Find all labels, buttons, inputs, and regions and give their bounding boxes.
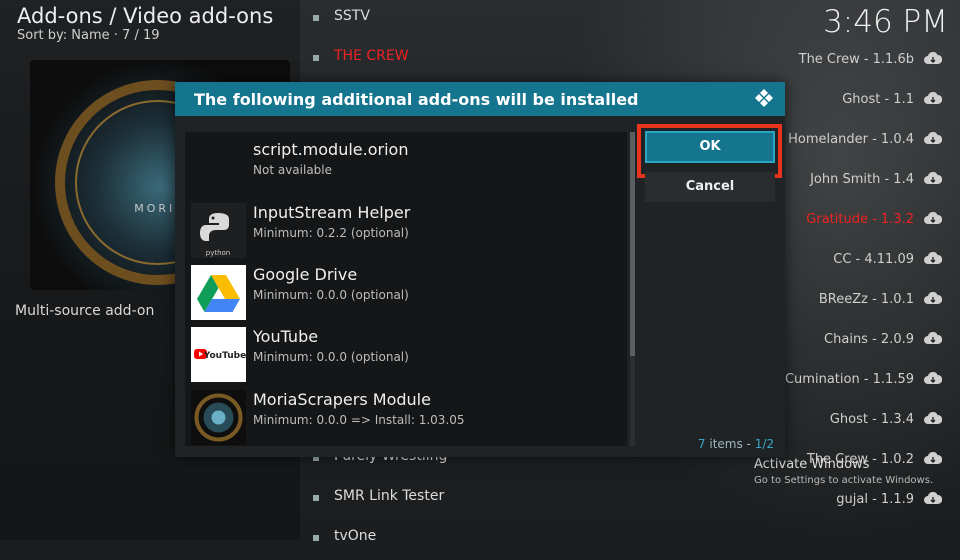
list-item[interactable]: SMR Link Tester <box>305 480 575 520</box>
page-title: Add-ons / Video add-ons <box>17 4 274 28</box>
list-item-label: Chains - 2.0.9 <box>824 332 914 347</box>
items-count-number: 7 <box>697 437 706 451</box>
list-item[interactable]: YouTube YouTube Minimum: 0.0.0 (optional… <box>191 323 627 382</box>
cloud-download-icon <box>924 412 942 424</box>
youtube-icon: YouTube <box>191 327 246 382</box>
list-item[interactable]: gujal - 1.1.9 <box>700 480 960 520</box>
list-item-label: tvOne <box>334 528 377 544</box>
cloud-download-icon <box>924 452 942 464</box>
list-item[interactable]: Google Drive Minimum: 0.0.0 (optional) <box>191 261 627 320</box>
bullet-icon <box>313 55 319 61</box>
list-item-label: Homelander - 1.0.4 <box>788 132 914 147</box>
list-item-label: Ghost - 1.3.4 <box>829 412 914 427</box>
list-item-label: The Crew - 1.1.6b <box>798 52 914 67</box>
moria-icon <box>191 390 246 445</box>
items-count: 7 items - 1/2 <box>698 437 774 451</box>
dependency-version: Not available <box>253 163 333 177</box>
dialog-header: The following additional add-ons will be… <box>175 82 785 116</box>
kodi-logo-icon <box>755 89 773 107</box>
svg-text:YouTube: YouTube <box>203 351 246 361</box>
svg-text:python: python <box>206 249 231 257</box>
dependency-name: script.module.orion <box>253 140 409 159</box>
cloud-download-icon <box>924 52 942 64</box>
list-item[interactable]: script.module.orion Not available <box>191 136 627 194</box>
cloud-download-icon <box>924 212 942 224</box>
addon-description: Multi-source add-on <box>15 303 155 319</box>
activate-windows-subtitle: Go to Settings to activate Windows. <box>754 475 934 486</box>
dependencies-dialog: The following additional add-ons will be… <box>175 82 785 457</box>
list-item-label: BReeZz - 1.0.1 <box>818 292 914 307</box>
activate-windows-title: Activate Windows <box>754 457 870 472</box>
list-item-label: Gratitude - 1.3.2 <box>806 212 914 227</box>
list-item[interactable]: MoriaScrapers Module Minimum: 0.0.0 => I… <box>191 386 627 445</box>
list-item-label: Ghost - 1.1 <box>842 92 914 107</box>
google-drive-icon <box>191 265 246 320</box>
cloud-download-icon <box>924 332 942 344</box>
cloud-download-icon <box>924 172 942 184</box>
list-item-label: SSTV <box>334 8 370 24</box>
dependency-version: Minimum: 0.0.0 (optional) <box>253 350 409 364</box>
cancel-button[interactable]: Cancel <box>645 172 775 202</box>
list-item-label: gujal - 1.1.9 <box>836 492 914 507</box>
cloud-download-icon <box>924 292 942 304</box>
cloud-download-icon <box>924 252 942 264</box>
list-item[interactable]: The Crew - 1.1.6b <box>700 40 960 80</box>
scrollbar[interactable] <box>630 132 635 446</box>
scrollbar-thumb[interactable] <box>630 132 635 356</box>
bullet-icon <box>313 495 319 501</box>
python-icon: python <box>191 203 246 258</box>
list-item-label: SMR Link Tester <box>334 488 445 504</box>
list-item-label: Cumination - 1.1.59 <box>784 372 914 387</box>
page-indicator: 1/2 <box>754 437 774 451</box>
list-item[interactable]: tvOne <box>305 520 575 560</box>
sort-info[interactable]: Sort by: Name · 7 / 19 <box>17 28 160 43</box>
dependency-name: Google Drive <box>253 265 358 284</box>
clock: 3:46 PM <box>823 4 948 40</box>
bullet-icon <box>313 15 319 21</box>
list-item-label: John Smith - 1.4 <box>810 172 914 187</box>
list-item[interactable]: THE CREW <box>305 40 575 80</box>
dependency-list: script.module.orion Not available python… <box>185 132 627 446</box>
list-item[interactable]: python InputStream Helper Minimum: 0.2.2… <box>191 199 627 258</box>
bullet-icon <box>313 535 319 541</box>
cloud-download-icon <box>924 372 942 384</box>
dependency-version: Minimum: 0.0.0 (optional) <box>253 288 409 302</box>
dependency-name: YouTube <box>253 327 319 346</box>
ok-button[interactable]: OK <box>645 131 775 163</box>
dependency-name: InputStream Helper <box>253 203 411 222</box>
list-item-label: CC - 4.11.09 <box>833 252 914 267</box>
cloud-download-icon <box>924 492 942 504</box>
dependency-name: MoriaScrapers Module <box>253 390 431 409</box>
dialog-title: The following additional add-ons will be… <box>194 90 639 109</box>
dependency-version: Minimum: 0.2.2 (optional) <box>253 226 409 240</box>
list-item-label: THE CREW <box>334 48 409 64</box>
cloud-download-icon <box>924 132 942 144</box>
dependency-version: Minimum: 0.0.0 => Install: 1.03.05 <box>253 413 465 427</box>
list-item[interactable]: SSTV <box>305 0 575 40</box>
cloud-download-icon <box>924 92 942 104</box>
items-count-word: items - <box>705 437 755 451</box>
